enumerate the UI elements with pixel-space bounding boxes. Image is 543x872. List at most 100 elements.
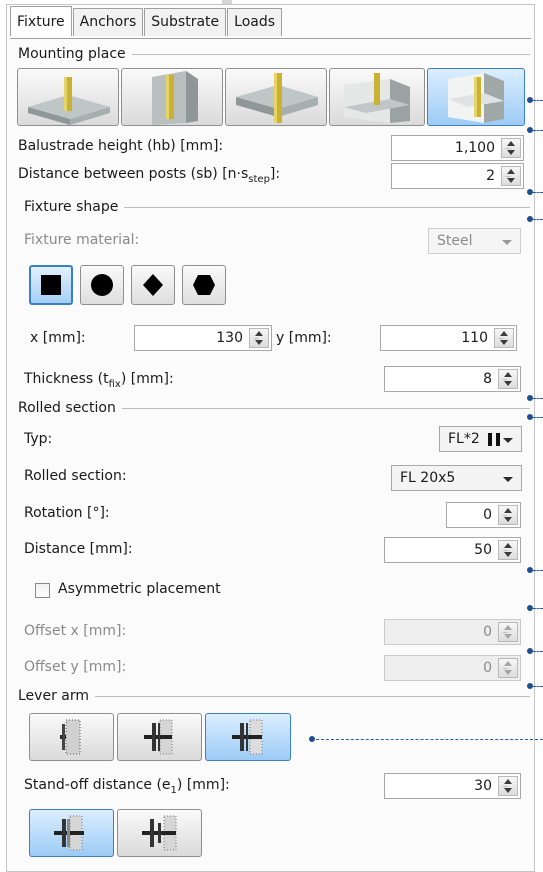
tab-anchors[interactable]: Anchors	[72, 8, 144, 36]
posts-distance-label: Distance between posts (sb) [n·sstep]:	[18, 166, 281, 185]
shape-hexagon-button[interactable]	[182, 265, 226, 305]
standoff-stepper[interactable]	[498, 776, 518, 796]
lever-option-1[interactable]	[29, 713, 114, 761]
balustrade-height-label: Balustrade height (hb) [mm]:	[18, 138, 224, 154]
tab-substrate[interactable]: Substrate	[144, 8, 227, 36]
lever-arm-group: Lever arm	[18, 688, 530, 704]
rolled-section-select[interactable]: FL 20x5	[391, 465, 522, 491]
rolled-section-label: Rolled section:	[24, 468, 127, 484]
mounting-option-3[interactable]	[225, 68, 327, 126]
leader-line	[533, 219, 543, 220]
standoff-label: Stand-off distance (e1) [mm]:	[24, 777, 230, 796]
distance-input[interactable]: 50	[384, 537, 521, 563]
mounting-place-group: Mounting place	[18, 46, 530, 62]
fixture-material-label: Fixture material:	[24, 232, 140, 248]
offset-x-input: 0	[384, 619, 521, 645]
thickness-label: Thickness (tfix) [mm]:	[24, 371, 174, 390]
mounting-option-4[interactable]	[329, 68, 425, 126]
leader-line	[533, 570, 543, 571]
hexagon-icon	[193, 275, 215, 295]
posts-distance-stepper[interactable]	[501, 166, 521, 186]
balustrade-height-input[interactable]: 1,100	[391, 135, 524, 161]
balustrade-height-stepper[interactable]	[501, 138, 521, 158]
x-input[interactable]: 130	[134, 325, 272, 351]
offset-y-value: 0	[483, 660, 492, 676]
leader-line	[533, 130, 543, 131]
rolled-section-value: FL 20x5	[400, 470, 456, 486]
x-label: x [mm]:	[30, 330, 86, 346]
y-stepper[interactable]	[494, 328, 514, 348]
leader-dot	[309, 736, 315, 742]
offset-y-input: 0	[384, 655, 521, 681]
mount-top-on-slab-icon	[28, 77, 110, 125]
lever-profile-offset-icon	[232, 719, 263, 755]
thickness-stepper[interactable]	[498, 369, 518, 389]
asymmetric-label: Asymmetric placement	[58, 581, 221, 597]
square-icon	[41, 275, 61, 295]
standoff-option-1[interactable]	[29, 809, 114, 857]
shape-square-button[interactable]	[29, 265, 73, 305]
mounting-option-1[interactable]	[17, 68, 119, 126]
lever-option-3[interactable]	[205, 713, 291, 761]
fixture-material-select: Steel	[428, 228, 521, 254]
standoff-input[interactable]: 30	[384, 773, 521, 799]
typ-value: FL*2	[448, 431, 480, 447]
leader-line	[533, 651, 543, 652]
distance-value: 50	[474, 542, 492, 558]
rolled-section-group: Rolled section	[18, 400, 530, 416]
rotation-stepper[interactable]	[498, 505, 518, 525]
mounting-option-2[interactable]	[121, 68, 223, 126]
leader-line	[533, 398, 543, 399]
posts-distance-value: 2	[486, 168, 495, 184]
mount-front-of-slab-icon	[152, 71, 198, 125]
offset-y-stepper	[498, 658, 518, 678]
typ-label: Typ:	[24, 431, 53, 447]
lever-option-2[interactable]	[117, 713, 202, 761]
lever-arm-title: Lever arm	[18, 688, 89, 704]
standoff-nut-icon	[142, 815, 177, 851]
thickness-input[interactable]: 8	[384, 366, 521, 392]
double-bar-icon	[488, 433, 492, 446]
posts-distance-input[interactable]: 2	[391, 163, 524, 189]
distance-label: Distance [mm]:	[24, 541, 133, 557]
tab-loads[interactable]: Loads	[227, 8, 283, 36]
mount-corner-inside-icon	[448, 73, 504, 123]
circle-icon	[91, 274, 113, 296]
fixture-shape-title: Fixture shape	[24, 199, 119, 215]
leader-line	[533, 686, 543, 687]
offset-x-value: 0	[483, 624, 492, 640]
typ-select[interactable]: FL*2	[439, 426, 522, 452]
x-stepper[interactable]	[249, 328, 269, 348]
lever-profile-dotted-icon	[60, 719, 81, 755]
distance-stepper[interactable]	[498, 540, 518, 560]
lever-profile-centered-icon	[144, 719, 173, 755]
shape-diamond-button[interactable]	[131, 265, 175, 305]
chevron-down-icon	[502, 240, 512, 245]
shape-circle-button[interactable]	[80, 265, 124, 305]
asymmetric-checkbox[interactable]	[35, 583, 50, 598]
mount-side-slab-icon	[236, 73, 318, 123]
offset-y-label: Offset y [mm]:	[24, 659, 127, 675]
rotation-input[interactable]: 0	[446, 502, 521, 528]
mounting-option-5[interactable]	[427, 68, 525, 126]
fixture-material-value: Steel	[437, 233, 473, 249]
chevron-down-icon	[503, 477, 513, 482]
tab-underline	[10, 38, 531, 39]
fixture-shape-group: Fixture shape	[24, 199, 530, 215]
rolled-section-title: Rolled section	[18, 400, 116, 416]
thickness-value: 8	[483, 371, 492, 387]
tab-bar: Fixture Anchors Substrate Loads	[10, 6, 283, 38]
y-input[interactable]: 110	[380, 325, 517, 351]
y-value: 110	[461, 330, 488, 346]
leader-line	[533, 608, 543, 609]
x-value: 130	[216, 330, 243, 346]
mounting-place-title: Mounting place	[18, 46, 126, 62]
standoff-option-2[interactable]	[117, 809, 202, 857]
mount-corner-top-icon	[344, 73, 410, 123]
leader-line	[533, 100, 543, 101]
tab-fixture[interactable]: Fixture	[10, 6, 72, 36]
standoff-grout-icon	[54, 815, 84, 851]
rotation-label: Rotation [°]:	[24, 505, 110, 521]
chevron-down-icon	[503, 438, 513, 443]
y-label: y [mm]:	[276, 330, 332, 346]
